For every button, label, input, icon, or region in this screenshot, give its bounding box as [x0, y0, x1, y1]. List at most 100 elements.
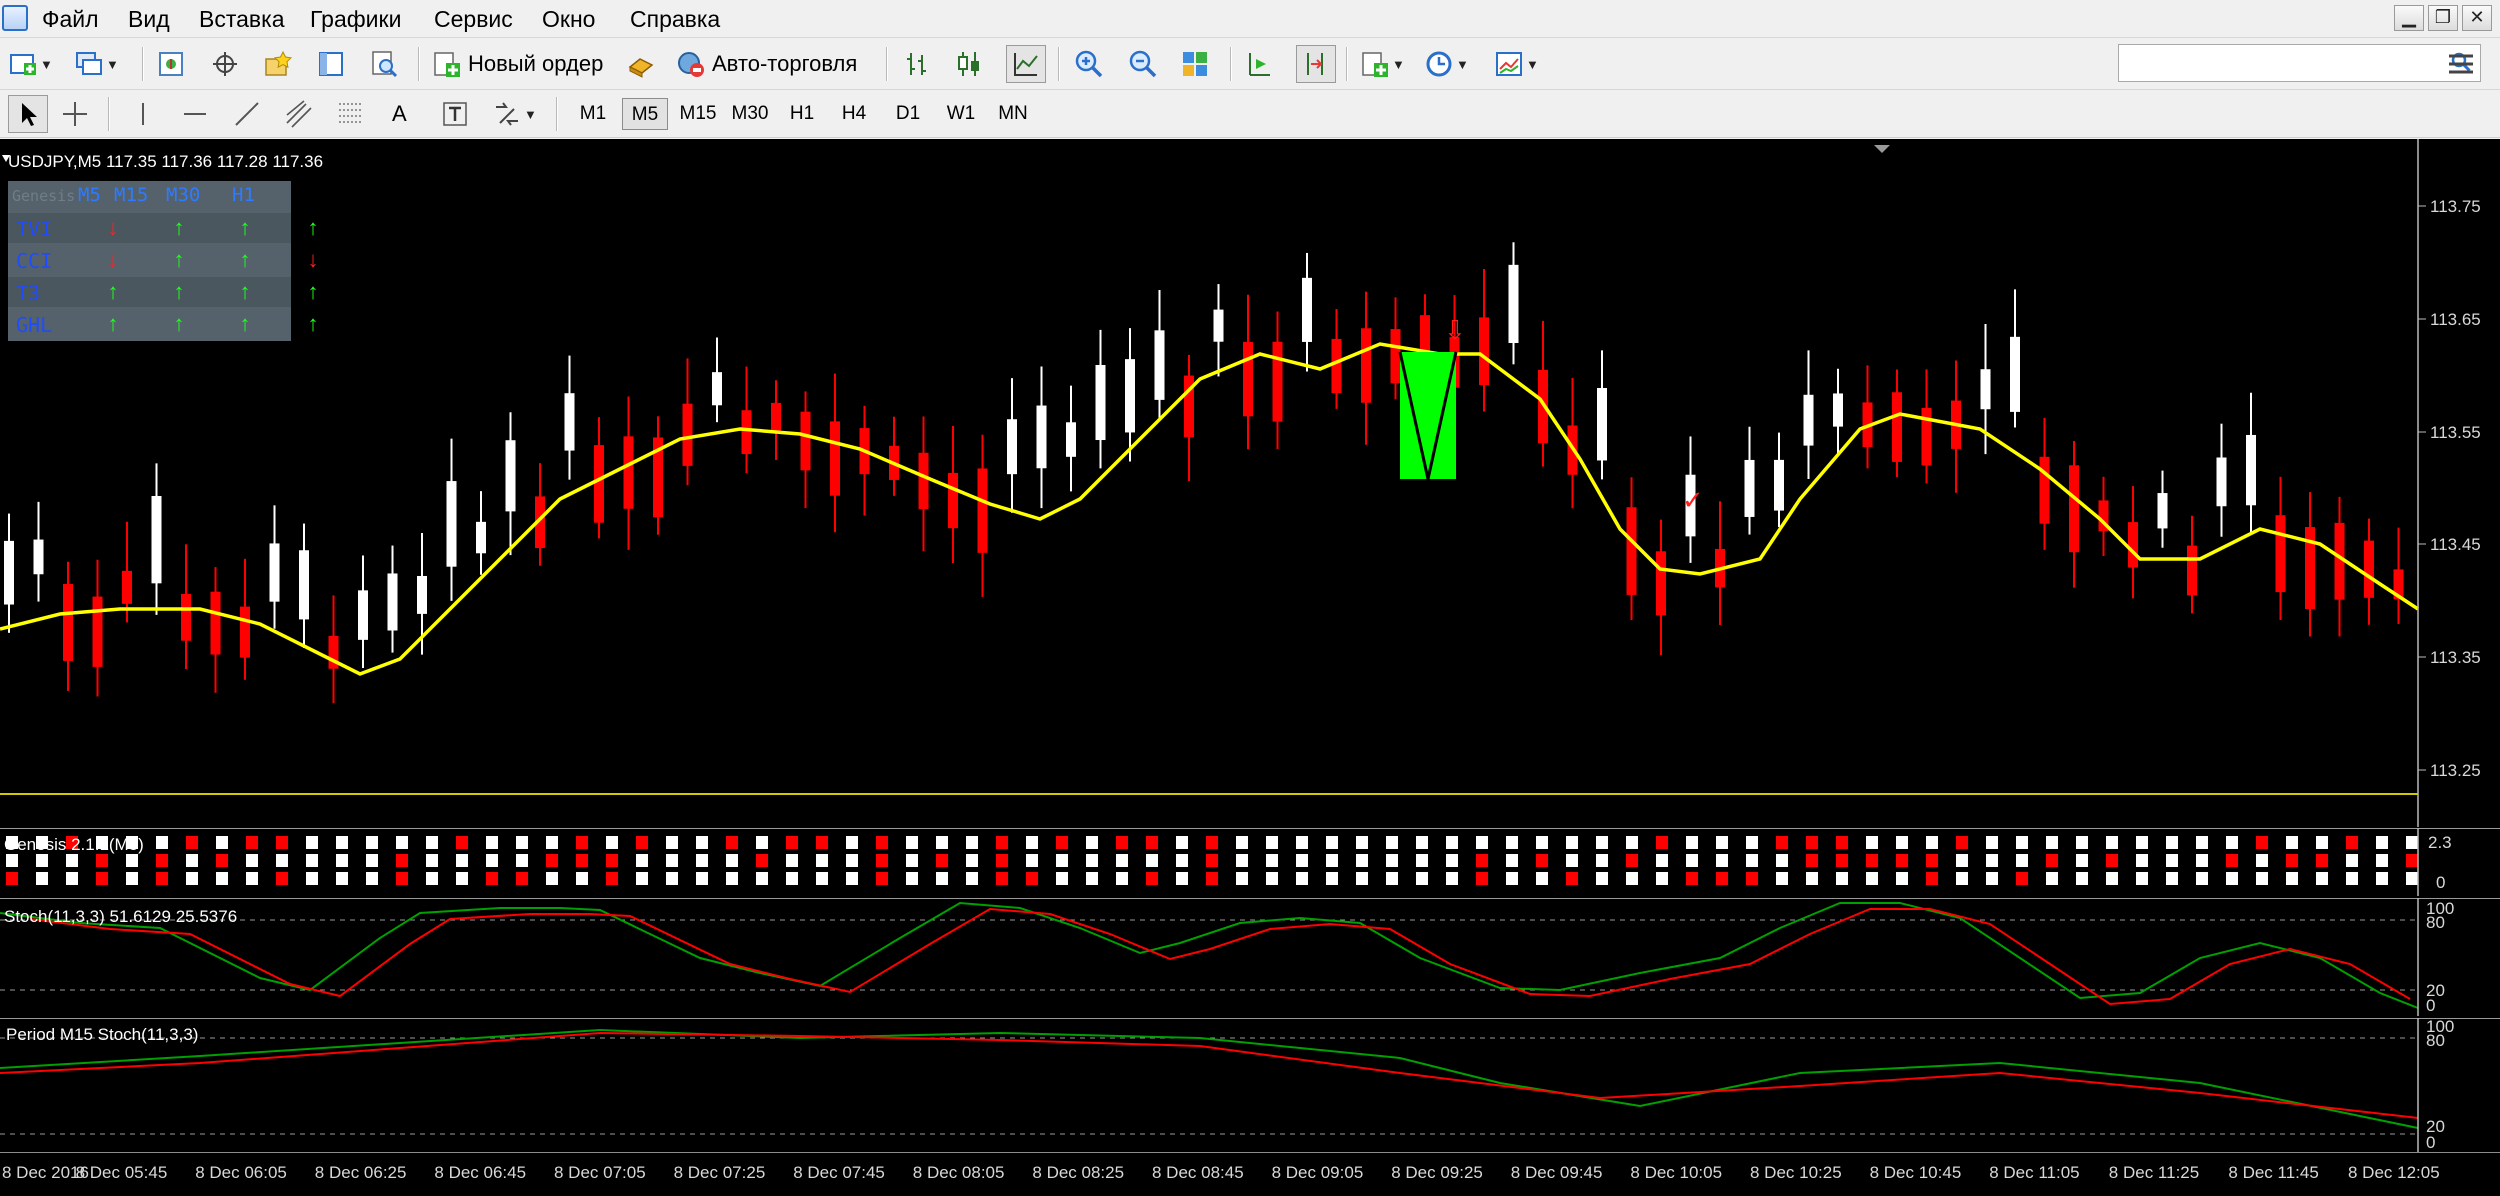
menu-charts[interactable]: Графики	[306, 4, 405, 34]
text-label-button[interactable]	[440, 95, 470, 133]
new-order-button[interactable]: Новый ордер	[432, 45, 603, 83]
crosshair-tool-button[interactable]	[60, 95, 90, 133]
time-label: 8 Dec 07:25	[673, 1163, 766, 1182]
time-label: 8 Dec 12:05	[2348, 1163, 2440, 1182]
genesis-bar-cell	[2046, 872, 2058, 885]
genesis-bar-cell	[1176, 836, 1188, 849]
genesis-bar-cell	[2376, 854, 2388, 867]
menu-window[interactable]: Окно	[538, 4, 599, 34]
candle	[830, 421, 840, 496]
genesis-bar-cell	[396, 854, 408, 867]
genesis-bar-cell	[2346, 836, 2358, 849]
genesis-bar-cell	[276, 872, 288, 885]
navigator-button[interactable]	[263, 45, 293, 83]
genesis-bar-cell	[1446, 836, 1458, 849]
auto-trading-button[interactable]: Авто-торговля	[676, 45, 857, 83]
candle	[623, 436, 634, 509]
terminal-button[interactable]	[316, 45, 346, 83]
timeframe-d1[interactable]: D1	[886, 98, 930, 130]
genesis-bar-cell	[756, 872, 768, 885]
text-tool-button[interactable]: A	[392, 95, 407, 133]
genesis-bar-cell	[456, 854, 468, 867]
search-box[interactable]	[2118, 44, 2481, 82]
stochastic-pane[interactable]: Stoch(11,3,3) 51.6129 25.5376 100 80 20 …	[0, 898, 2500, 1016]
genesis-bar-cell	[1026, 836, 1038, 849]
timeframe-h4[interactable]: H4	[832, 98, 876, 130]
genesis-bar-cell	[2316, 854, 2328, 867]
m15-stochastic-pane[interactable]: Period M15 Stoch(11,3,3) 100 80 20 0	[0, 1018, 2500, 1152]
genesis-bar-cell	[966, 872, 978, 885]
candle	[387, 573, 398, 631]
new-chart-button[interactable]: ▼	[8, 45, 53, 83]
periods-button[interactable]: ▼	[1424, 45, 1469, 83]
genesis-bar-cell	[1806, 836, 1818, 849]
timeframe-m5[interactable]: M5	[622, 98, 668, 130]
candle	[2275, 515, 2286, 593]
chart-window[interactable]: ⇩ ✓ 113.75 113.65 113.55 113.45 113.35 113.25…	[0, 139, 2500, 1196]
data-window-button[interactable]	[210, 45, 240, 83]
profiles-button[interactable]: ▼	[74, 45, 119, 83]
trendline-button[interactable]	[232, 95, 262, 133]
genesis-bar-cell	[936, 836, 948, 849]
menu-view[interactable]: Вид	[124, 4, 174, 34]
tile-windows-button[interactable]	[1180, 45, 1210, 83]
menu-file[interactable]: Файл	[38, 4, 103, 34]
candle	[1774, 459, 1784, 511]
menu-help[interactable]: Справка	[626, 4, 724, 34]
genesis-bar-cell	[1536, 836, 1548, 849]
menu-insert[interactable]: Вставка	[195, 4, 289, 34]
search-input[interactable]	[2119, 45, 2439, 81]
fibonacci-button[interactable]	[336, 95, 366, 133]
chart-shift-button[interactable]	[1244, 45, 1274, 83]
menu-tools[interactable]: Сервис	[430, 4, 517, 34]
candle	[151, 495, 162, 584]
candlestick-chart-button[interactable]	[954, 45, 984, 83]
horizontal-line-button[interactable]	[180, 95, 210, 133]
close-button[interactable]: ✕	[2462, 5, 2492, 31]
genesis-bar-cell	[1716, 836, 1728, 849]
genesis-bar-cell	[996, 854, 1008, 867]
highlight-box	[1400, 352, 1456, 479]
market-watch-button[interactable]	[156, 45, 186, 83]
autoscroll-button[interactable]	[1296, 45, 1336, 83]
metaeditor-button[interactable]	[626, 45, 656, 83]
genesis-bar-cell	[2166, 854, 2178, 867]
vertical-line-icon	[142, 103, 144, 125]
timeframe-w1[interactable]: W1	[938, 98, 984, 130]
indicators-icon	[1362, 52, 1388, 77]
genesis-bar-cell	[36, 872, 48, 885]
genesis-bar-cell	[366, 854, 378, 867]
zoom-in-button[interactable]	[1074, 45, 1104, 83]
genesis-bar-cell	[396, 872, 408, 885]
genesis-bar-cell	[306, 872, 318, 885]
timeframe-m1[interactable]: M1	[572, 98, 614, 130]
timeframe-m30[interactable]: M30	[726, 98, 774, 130]
genesis-indicator-pane[interactable]: Genesis 2.1.1(M5) 2.3 0	[0, 828, 2500, 896]
candle	[358, 590, 368, 640]
line-chart-button[interactable]	[1006, 45, 1046, 83]
strategy-tester-button[interactable]	[369, 45, 399, 83]
clock-icon	[1426, 51, 1452, 77]
indicators-button[interactable]: ▼	[1360, 45, 1405, 83]
restore-button[interactable]: ❐	[2428, 5, 2458, 31]
timeframe-mn[interactable]: MN	[990, 98, 1036, 130]
timeframe-m15[interactable]: M15	[674, 98, 722, 130]
genesis-bar-cell	[1146, 872, 1158, 885]
menu-lines-icon[interactable]	[2446, 52, 2476, 76]
arrows-tool-button[interactable]: ▼	[492, 95, 537, 133]
candle	[712, 372, 722, 406]
price-chart[interactable]: ⇩ ✓ 113.75 113.65 113.55 113.45 113.35 113.25…	[0, 139, 2500, 827]
templates-button[interactable]: ▼	[1494, 45, 1539, 83]
sell-arrow-icon: ⇩	[1444, 316, 1466, 346]
cursor-tool-button[interactable]	[8, 95, 48, 133]
zoom-out-button[interactable]	[1128, 45, 1158, 83]
vertical-line-button[interactable]	[128, 95, 158, 133]
minimize-button[interactable]: ▁	[2394, 5, 2424, 31]
stoch-level-80: 80	[2426, 913, 2445, 932]
timeframe-h1[interactable]: H1	[780, 98, 824, 130]
bar-chart-button[interactable]	[902, 45, 932, 83]
genesis-bar-cell	[1386, 836, 1398, 849]
candle	[210, 591, 221, 655]
equidistant-channel-button[interactable]	[284, 95, 314, 133]
auto-trading-label: Авто-торговля	[712, 51, 858, 76]
